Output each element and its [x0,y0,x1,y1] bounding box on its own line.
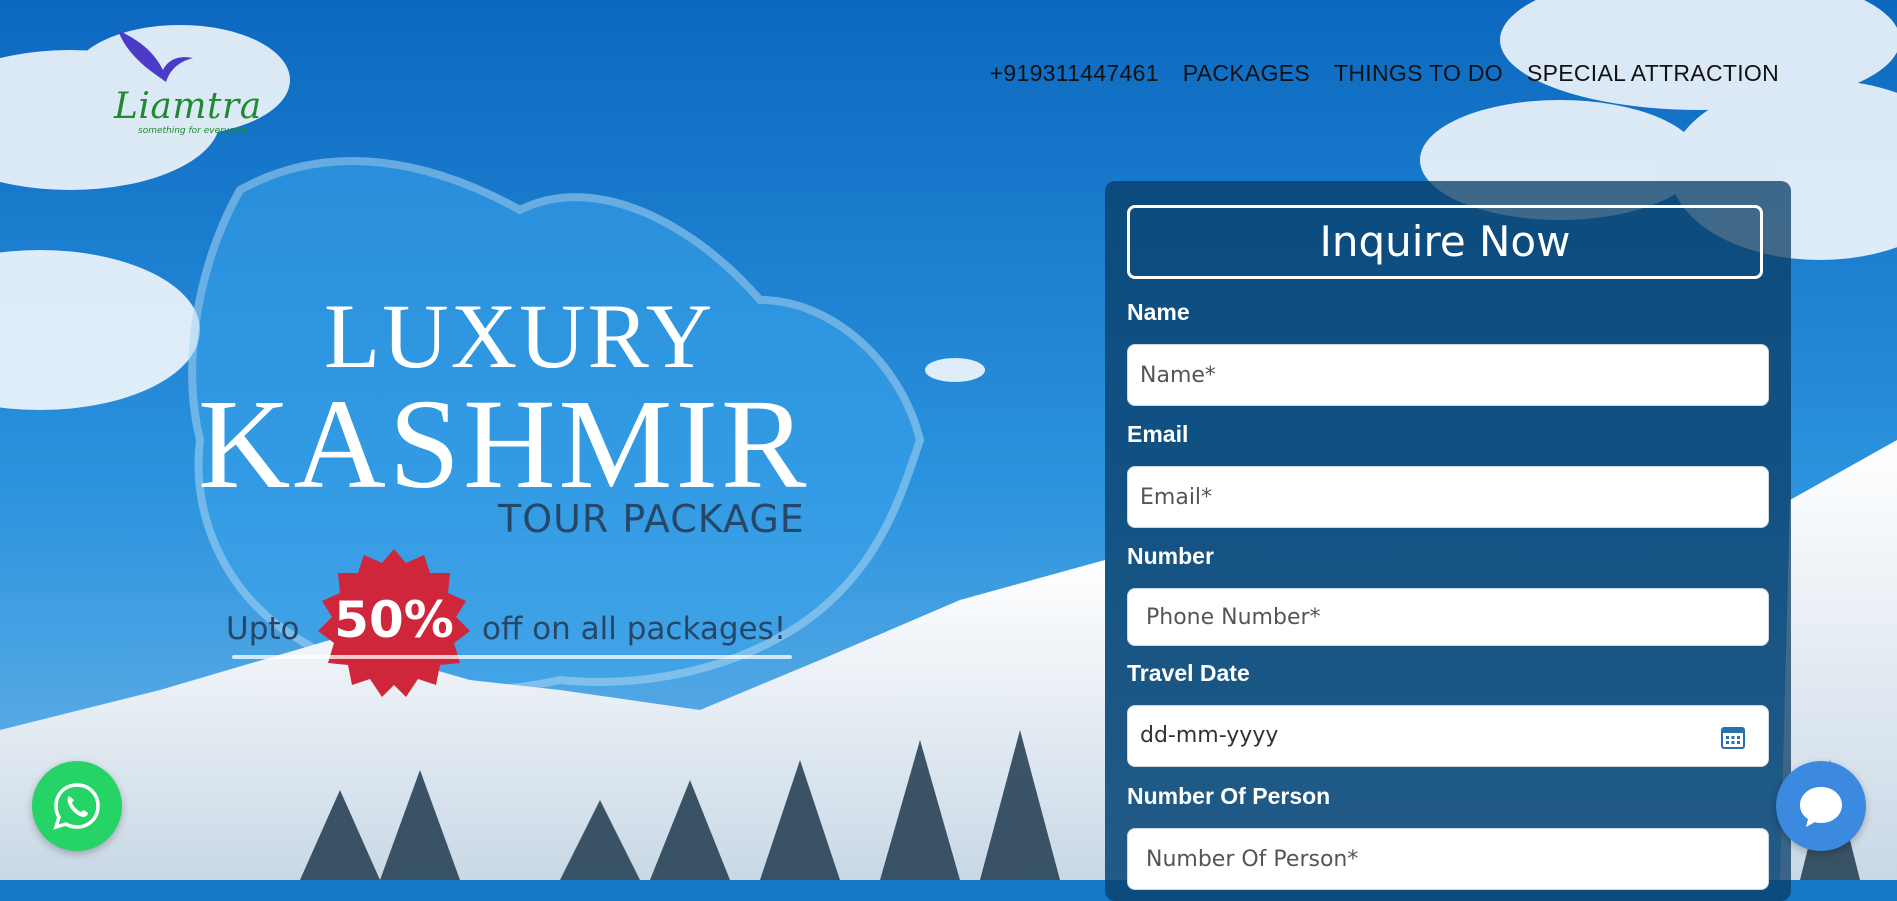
date-placeholder: dd-mm-yyyy [1140,723,1279,748]
nav-phone-link[interactable]: +919311447461 [990,60,1159,87]
chat-icon [1800,787,1842,827]
phone-input[interactable] [1127,588,1769,646]
headline-kashmir: KASHMIR [198,373,810,515]
email-label: Email [1127,421,1189,447]
whatsapp-icon [53,783,100,830]
nav-item-packages[interactable]: PACKAGES [1183,60,1310,87]
travel-date-label: Travel Date [1127,660,1250,686]
offer-prefix: Upto [226,611,300,647]
offer-underline [232,655,792,659]
email-input[interactable] [1127,466,1769,528]
offer-banner: Upto 50% off on all packages! [226,545,796,697]
offer-suffix: off on all packages! [482,611,787,647]
headline-luxury: LUXURY [324,285,715,387]
main-nav: +919311447461 PACKAGES THINGS TO DO SPEC… [990,60,1779,87]
calendar-icon[interactable] [1720,724,1746,750]
chat-button[interactable] [1776,761,1866,851]
discount-badge: 50% [314,545,474,705]
site-logo[interactable]: Liamtra something for everyone [108,20,261,140]
logo-tagline: something for everyone [138,126,246,136]
name-input[interactable] [1127,344,1769,406]
badge-text: 50% [334,591,454,649]
number-label: Number [1127,543,1214,569]
name-label: Name [1127,299,1190,325]
travel-date-input[interactable]: dd-mm-yyyy [1127,705,1769,767]
nav-item-special-attraction[interactable]: SPECIAL ATTRACTION [1527,60,1779,87]
nav-item-things-to-do[interactable]: THINGS TO DO [1334,60,1503,87]
inquiry-form: Inquire Now Name Email Number Travel Dat… [1105,181,1791,901]
headline-tour-package: TOUR PACKAGE [498,497,805,541]
logo-text: Liamtra [114,86,262,127]
persons-input[interactable] [1127,828,1769,890]
whatsapp-button[interactable] [32,761,122,851]
persons-label: Number Of Person [1127,783,1331,809]
inquire-now-heading: Inquire Now [1127,205,1763,279]
